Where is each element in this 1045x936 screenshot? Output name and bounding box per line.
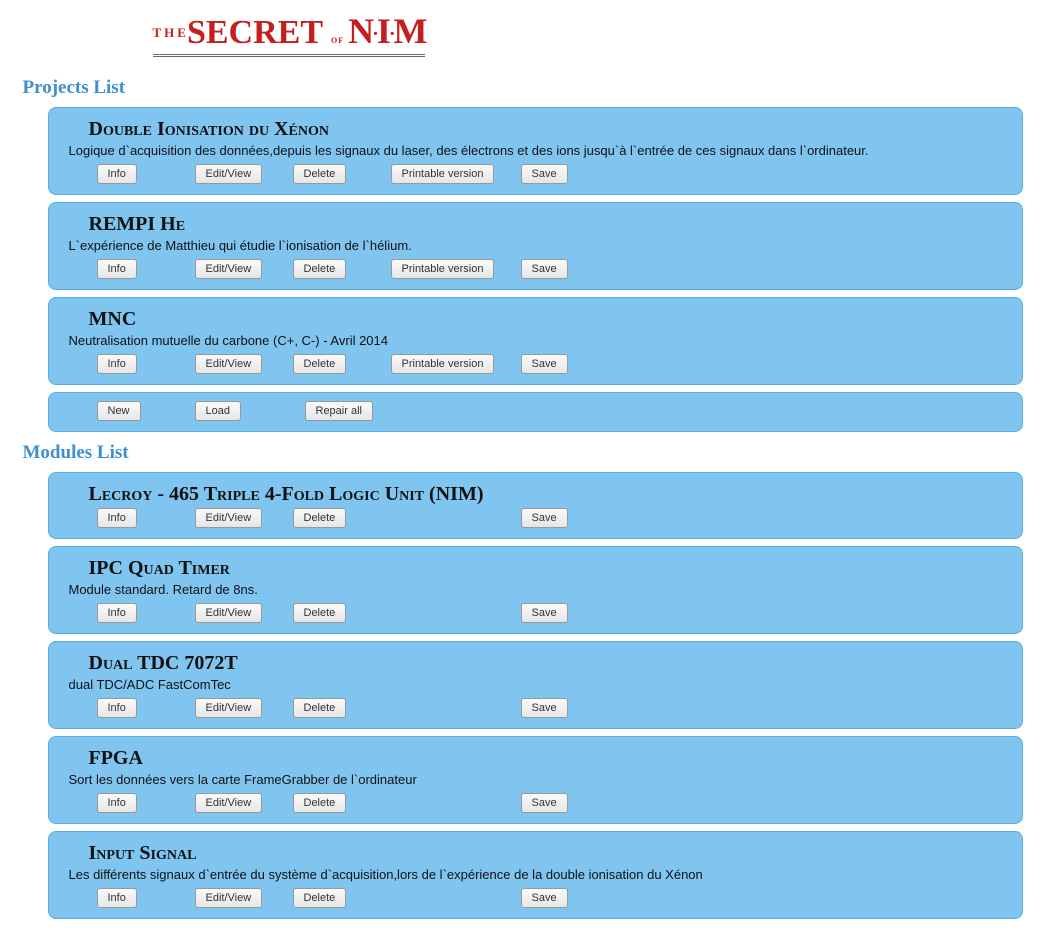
save-button[interactable]: Save <box>521 259 568 279</box>
edit-button[interactable]: Edit/View <box>195 793 263 813</box>
save-button[interactable]: Save <box>521 698 568 718</box>
module-desc: dual TDC/ADC FastComTec <box>69 677 1022 692</box>
delete-button[interactable]: Delete <box>293 698 347 718</box>
delete-button[interactable]: Delete <box>293 508 347 528</box>
edit-button[interactable]: Edit/View <box>195 259 263 279</box>
save-button[interactable]: Save <box>521 354 568 374</box>
delete-button[interactable]: Delete <box>293 164 347 184</box>
delete-button[interactable]: Delete <box>293 354 347 374</box>
logo: THESECRET of N·I·M <box>23 10 1023 57</box>
module-desc: Les différents signaux d`entrée du systè… <box>69 867 1022 882</box>
project-title: MNC <box>89 308 1022 331</box>
new-button[interactable]: New <box>97 401 141 421</box>
edit-button[interactable]: Edit/View <box>195 698 263 718</box>
repair-button[interactable]: Repair all <box>305 401 373 421</box>
info-button[interactable]: Info <box>97 888 137 908</box>
info-button[interactable]: Info <box>97 354 137 374</box>
info-button[interactable]: Info <box>97 508 137 528</box>
module-title: Lecroy - 465 Triple 4-Fold Logic Unit (N… <box>89 483 1022 506</box>
modules-list: Lecroy - 465 Triple 4-Fold Logic Unit (N… <box>48 472 1023 919</box>
save-button[interactable]: Save <box>521 164 568 184</box>
save-button[interactable]: Save <box>521 508 568 528</box>
delete-button[interactable]: Delete <box>293 793 347 813</box>
project-title: REMPI He <box>89 213 1022 236</box>
info-button[interactable]: Info <box>97 698 137 718</box>
module-card: Lecroy - 465 Triple 4-Fold Logic Unit (N… <box>48 472 1023 539</box>
logo-the: THE <box>153 25 189 40</box>
project-desc: Logique d`acquisition des données,depuis… <box>69 143 1022 158</box>
print-button[interactable]: Printable version <box>391 259 495 279</box>
module-title: Dual TDC 7072T <box>89 652 1022 675</box>
save-button[interactable]: Save <box>521 603 568 623</box>
module-desc: Module standard. Retard de 8ns. <box>69 582 1022 597</box>
logo-secret: SECRET <box>187 14 323 51</box>
projects-list: Double Ionisation du Xénon Logique d`acqu… <box>48 107 1023 432</box>
module-title: IPC Quad Timer <box>89 557 1022 580</box>
logo-nim: N·I·M <box>348 11 425 51</box>
project-desc: L`expérience de Matthieu qui étudie l`io… <box>69 238 1022 253</box>
module-card: Dual TDC 7072T dual TDC/ADC FastComTec Inf… <box>48 641 1023 729</box>
print-button[interactable]: Printable version <box>391 164 495 184</box>
projects-toolbar: New Load Repair all <box>48 392 1023 432</box>
delete-button[interactable]: Delete <box>293 259 347 279</box>
project-card: REMPI He L`expérience de Matthieu qui étu… <box>48 202 1023 290</box>
module-card: IPC Quad Timer Module standard. Retard de… <box>48 546 1023 634</box>
info-button[interactable]: Info <box>97 259 137 279</box>
project-desc: Neutralisation mutuelle du carbone (C+, … <box>69 333 1022 348</box>
edit-button[interactable]: Edit/View <box>195 603 263 623</box>
edit-button[interactable]: Edit/View <box>195 508 263 528</box>
info-button[interactable]: Info <box>97 793 137 813</box>
logo-of: of <box>331 32 344 46</box>
module-card: FPGA Sort les données vers la carte Frame… <box>48 736 1023 824</box>
project-card: MNC Neutralisation mutuelle du carbone (C… <box>48 297 1023 385</box>
delete-button[interactable]: Delete <box>293 888 347 908</box>
info-button[interactable]: Info <box>97 164 137 184</box>
module-title: FPGA <box>89 747 1022 770</box>
delete-button[interactable]: Delete <box>293 603 347 623</box>
save-button[interactable]: Save <box>521 888 568 908</box>
modules-list-title: Modules List <box>23 442 1023 464</box>
project-card: Double Ionisation du Xénon Logique d`acqu… <box>48 107 1023 195</box>
module-desc: Sort les données vers la carte FrameGrab… <box>69 772 1022 787</box>
module-title: Input Signal <box>89 842 1022 865</box>
project-title: Double Ionisation du Xénon <box>89 118 1022 141</box>
save-button[interactable]: Save <box>521 793 568 813</box>
info-button[interactable]: Info <box>97 603 137 623</box>
edit-button[interactable]: Edit/View <box>195 888 263 908</box>
load-button[interactable]: Load <box>195 401 241 421</box>
edit-button[interactable]: Edit/View <box>195 354 263 374</box>
module-card: Input Signal Les différents signaux d`ent… <box>48 831 1023 919</box>
print-button[interactable]: Printable version <box>391 354 495 374</box>
edit-button[interactable]: Edit/View <box>195 164 263 184</box>
projects-list-title: Projects List <box>23 77 1023 99</box>
